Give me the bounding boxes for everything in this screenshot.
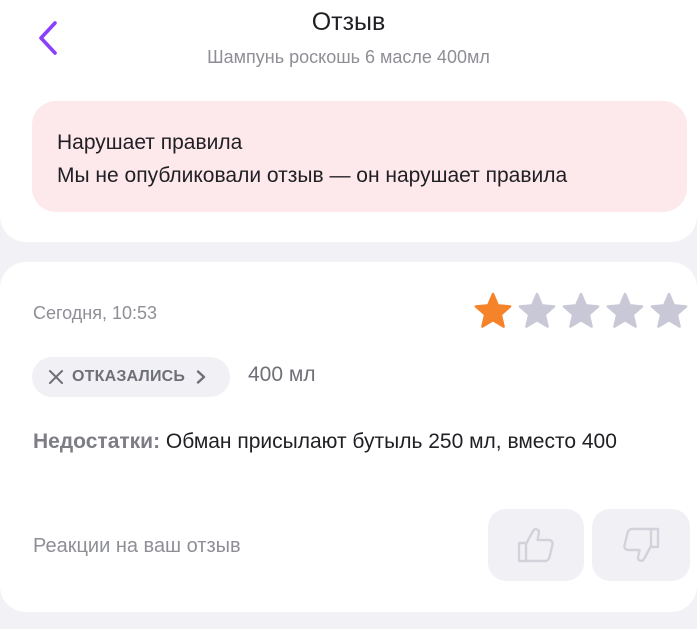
- chevron-right-icon: [196, 370, 206, 384]
- review-cons: Недостатки: Обман присылают бутыль 250 м…: [33, 425, 683, 458]
- thumbs-up-icon: [517, 528, 554, 563]
- star-filled-icon: [474, 292, 512, 328]
- rating-stars: [474, 292, 688, 332]
- reactions-label: Реакции на ваш отзыв: [33, 535, 241, 557]
- status-chip[interactable]: ОТКАЗАЛИСЬ: [32, 357, 230, 397]
- cons-text: Обман присылают бутыль 250 мл, вместо 40…: [160, 430, 617, 453]
- page-title: Отзыв: [311, 8, 386, 36]
- violation-alert: Нарушает правила Мы не опубликовали отзы…: [32, 101, 687, 212]
- alert-text: Мы не опубликовали отзыв — он нарушает п…: [57, 164, 568, 187]
- dislike-button[interactable]: [592, 509, 690, 581]
- review-card: Сегодня, 10:53 ОТКАЗАЛИСЬ 400 мл Недоста…: [0, 262, 697, 612]
- star-empty-icon: [518, 292, 556, 328]
- like-button[interactable]: [488, 509, 584, 581]
- review-date: Сегодня, 10:53: [33, 303, 158, 323]
- close-icon: [49, 370, 63, 384]
- star-empty-icon: [562, 292, 600, 328]
- product-variant: 400 мл: [248, 363, 316, 386]
- star-empty-icon: [606, 292, 644, 328]
- product-name: Шампунь роскошь 6 масле 400мл: [207, 47, 490, 67]
- star-empty-icon: [650, 292, 688, 328]
- header-card: Отзыв Шампунь роскошь 6 масле 400мл Нару…: [0, 0, 697, 242]
- status-chip-label: ОТКАЗАЛИСЬ: [72, 368, 186, 385]
- thumbs-down-icon: [623, 527, 660, 562]
- alert-title: Нарушает правила: [57, 131, 243, 154]
- cons-label: Недостатки:: [33, 430, 161, 453]
